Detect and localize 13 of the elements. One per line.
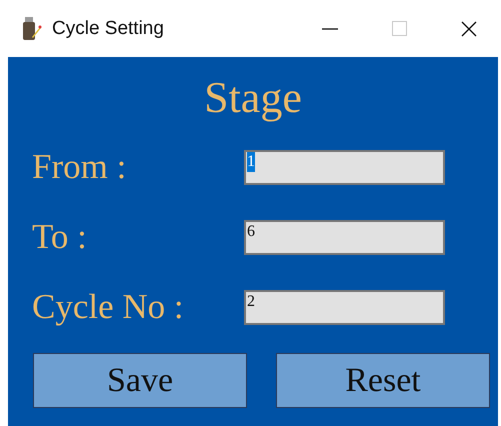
usb-drive-icon (22, 16, 42, 40)
input-field[interactable]: 2 (244, 290, 445, 324)
window-title: Cycle Setting (52, 18, 164, 40)
input-field[interactable]: 1 (244, 150, 445, 184)
dialog-button[interactable]: Save (33, 353, 247, 408)
input-field[interactable]: 6 (244, 220, 445, 254)
minimize-icon[interactable] (322, 28, 338, 30)
close-icon[interactable] (461, 20, 477, 36)
field-label: Cycle No : (32, 287, 185, 327)
field-label: To : (32, 217, 88, 257)
dialog-button[interactable]: Reset (276, 353, 490, 408)
field-label: From : (32, 147, 128, 187)
dialog-heading: Stage (203, 73, 303, 123)
